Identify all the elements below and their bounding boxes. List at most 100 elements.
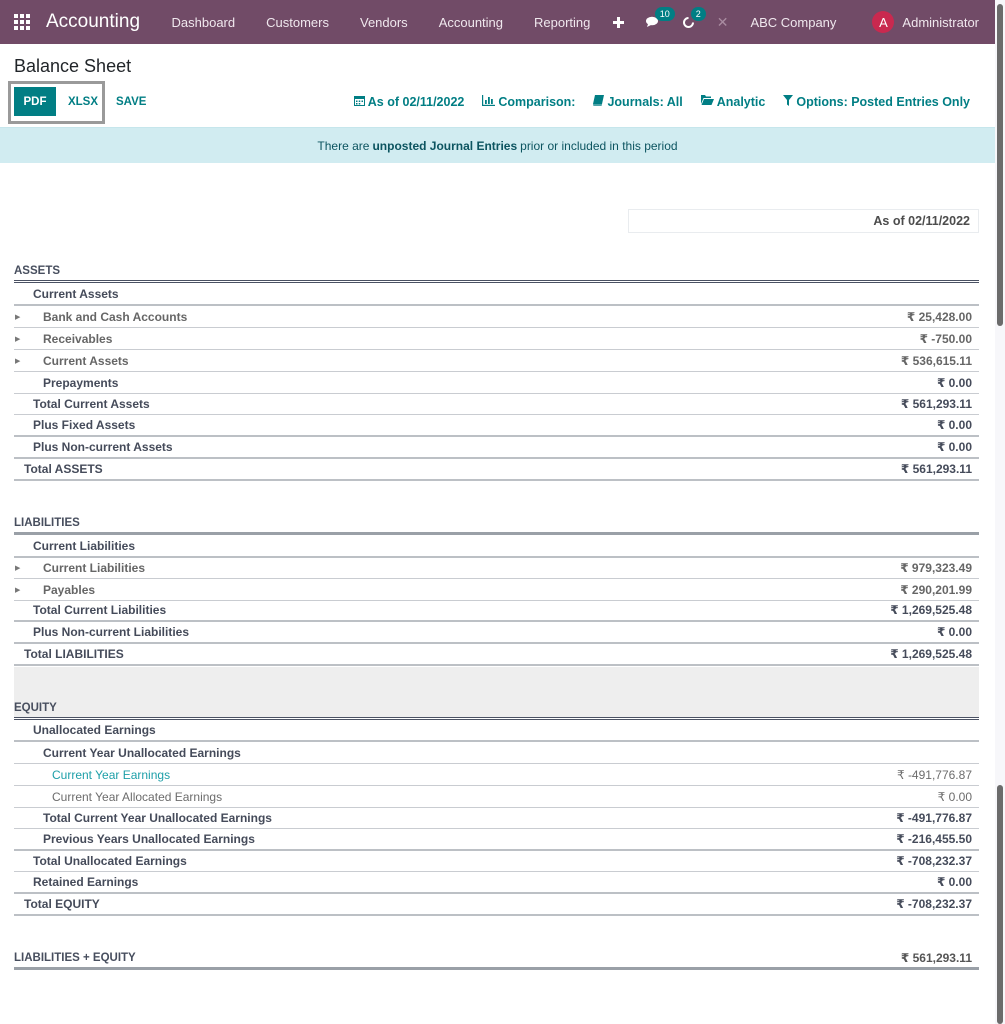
- comparison-filter-label: Comparison:: [498, 94, 576, 109]
- grand-total-label: LIABILITIES + EQUITY: [14, 951, 136, 964]
- line-amount: ₹ -750.00: [919, 331, 972, 346]
- line-label: Current Assets: [43, 353, 129, 368]
- analytic-filter[interactable]: Analytic: [700, 95, 765, 109]
- alert-prefix: There are: [317, 138, 370, 153]
- xlsx-button[interactable]: XLSX: [62, 87, 104, 116]
- scrollbar-thumb[interactable]: [997, 4, 1003, 326]
- comparison-filter[interactable]: Comparison:: [482, 94, 576, 109]
- report-line[interactable]: Plus Non-current Assets ₹ 0.00: [14, 437, 979, 459]
- line-amount: ₹ 561,293.11: [900, 396, 972, 411]
- app-grid-icon[interactable]: [14, 14, 30, 30]
- report-line[interactable]: Current Liabilities: [14, 536, 979, 558]
- company-switcher[interactable]: ABC Company: [750, 15, 836, 30]
- report-line[interactable]: Total Current Assets ₹ 561,293.11: [14, 393, 979, 415]
- journals-filter[interactable]: Journals: All: [593, 94, 683, 109]
- report-line[interactable]: Total Current Year Unallocated Earnings …: [14, 807, 979, 829]
- line-label: Total Current Assets: [33, 396, 150, 411]
- section-liabilities: LIABILITIES: [14, 513, 979, 535]
- menu-accounting[interactable]: Accounting: [423, 15, 518, 30]
- report-line[interactable]: Total Unallocated Earnings ₹ -708,232.37: [14, 850, 979, 872]
- caret-right-icon[interactable]: ▶: [15, 335, 20, 343]
- report-line[interactable]: Plus Non-current Liabilities ₹ 0.00: [14, 622, 979, 644]
- unposted-entries-link[interactable]: unposted Journal Entries: [372, 139, 517, 153]
- report-line[interactable]: Retained Earnings ₹ 0.00: [14, 872, 979, 894]
- report-line[interactable]: ▶ Receivables ₹ -750.00: [14, 328, 979, 350]
- line-label: Current Liabilities: [33, 539, 136, 553]
- pdf-button[interactable]: PDF: [14, 87, 56, 116]
- scrollbar-thumb-inner[interactable]: [997, 785, 1003, 1024]
- line-label: Current Liabilities: [43, 560, 146, 575]
- line-amount: ₹ 0.00: [936, 875, 972, 889]
- column-header-date: As of 02/11/2022: [628, 209, 979, 233]
- line-amount: ₹ 1,269,525.48: [890, 647, 972, 661]
- line-label: Retained Earnings: [33, 875, 139, 889]
- report-line[interactable]: Total Current Liabilities ₹ 1,269,525.48: [14, 600, 979, 622]
- messages-icon[interactable]: 10: [645, 7, 675, 28]
- line-amount: ₹ 0.00: [936, 440, 972, 454]
- alert-suffix: prior or included in this period: [520, 138, 678, 153]
- line-amount: ₹ 25,428.00: [906, 309, 972, 324]
- options-filter[interactable]: Options: Posted Entries Only: [783, 94, 970, 109]
- report-line[interactable]: Current Assets: [14, 284, 979, 306]
- menu-vendors[interactable]: Vendors: [344, 15, 423, 30]
- plus-icon[interactable]: [612, 16, 624, 28]
- report-line[interactable]: Unallocated Earnings: [14, 720, 979, 742]
- line-amount: ₹ 536,615.11: [900, 353, 972, 368]
- caret-right-icon[interactable]: ▶: [15, 357, 20, 365]
- debug-tools-icon[interactable]: ✕: [717, 14, 729, 31]
- report-line[interactable]: Current Year Allocated Earnings ₹ 0.00: [14, 786, 979, 808]
- report-line[interactable]: Current Year Earnings ₹ -491,776.87: [14, 764, 979, 786]
- date-filter-label: As of 02/11/2022: [367, 94, 465, 109]
- activity-clock-icon[interactable]: 2: [682, 6, 706, 29]
- line-label: Unallocated Earnings: [33, 723, 156, 737]
- report-line[interactable]: Previous Years Unallocated Earnings ₹ -2…: [14, 829, 979, 851]
- liabilities-equity-total: LIABILITIES + EQUITY ₹ 561,293.11: [14, 948, 979, 970]
- activities-badge: 2: [690, 6, 706, 21]
- line-amount: ₹ -491,776.87: [896, 767, 972, 782]
- menu-dashboard[interactable]: Dashboard: [156, 15, 251, 30]
- line-amount: ₹ 979,323.49: [900, 560, 972, 575]
- line-label: Previous Years Unallocated Earnings: [43, 832, 255, 846]
- report-line[interactable]: Total ASSETS ₹ 561,293.11: [14, 459, 979, 481]
- report-line[interactable]: Plus Fixed Assets ₹ 0.00: [14, 415, 979, 437]
- line-label: Prepayments: [43, 375, 119, 390]
- scrollbar[interactable]: [995, 0, 1005, 1024]
- line-amount: ₹ -491,776.87: [896, 810, 972, 825]
- report-line[interactable]: Total EQUITY ₹ -708,232.37: [14, 894, 979, 916]
- app-name[interactable]: Accounting: [46, 11, 140, 33]
- grand-total-amount: ₹ 561,293.11: [900, 950, 972, 965]
- line-label: Current Assets: [33, 287, 119, 301]
- line-amount: ₹ 561,293.11: [900, 462, 972, 476]
- line-amount: ₹ -708,232.37: [896, 897, 972, 911]
- line-amount: ₹ 0.00: [936, 625, 972, 639]
- report-line[interactable]: Current Year Unallocated Earnings: [14, 742, 979, 764]
- report-line[interactable]: ▶ Payables ₹ 290,201.99: [14, 579, 979, 601]
- options-filter-label: Options: Posted Entries Only: [796, 94, 970, 109]
- line-label: Plus Non-current Liabilities: [33, 625, 190, 639]
- caret-right-icon[interactable]: ▶: [15, 586, 20, 594]
- section-title: EQUITY: [14, 701, 57, 714]
- filter-bar: As of 02/11/2022 Comparison: Journals: A…: [336, 87, 970, 116]
- menu-reporting[interactable]: Reporting: [519, 15, 606, 30]
- line-label: Total Current Year Unallocated Earnings: [43, 810, 272, 825]
- line-amount: ₹ -216,455.50: [896, 832, 972, 846]
- avatar[interactable]: A: [872, 11, 895, 33]
- line-label: Total Unallocated Earnings: [33, 853, 187, 868]
- line-label: Plus Non-current Assets: [33, 440, 173, 454]
- line-label: Current Year Allocated Earnings: [52, 789, 223, 804]
- report-line[interactable]: Total LIABILITIES ₹ 1,269,525.48: [14, 644, 979, 666]
- line-amount: ₹ 0.00: [936, 375, 972, 390]
- report-line[interactable]: ▶ Bank and Cash Accounts ₹ 25,428.00: [14, 306, 979, 328]
- menu-customers[interactable]: Customers: [251, 15, 345, 30]
- report-line[interactable]: ▶ Current Assets ₹ 536,615.11: [14, 350, 979, 372]
- caret-right-icon[interactable]: ▶: [15, 564, 20, 572]
- line-label: Total LIABILITIES: [24, 647, 124, 661]
- save-button[interactable]: SAVE: [116, 87, 146, 116]
- report-line[interactable]: Prepayments ₹ 0.00: [14, 372, 979, 394]
- date-filter[interactable]: As of 02/11/2022: [353, 94, 465, 109]
- caret-right-icon[interactable]: ▶: [15, 313, 20, 321]
- report-line[interactable]: ▶ Current Liabilities ₹ 979,323.49: [14, 557, 979, 579]
- line-label: Current Year Unallocated Earnings: [43, 745, 241, 760]
- user-menu[interactable]: Administrator: [902, 15, 979, 30]
- current-year-earnings-link[interactable]: Current Year Earnings: [14, 768, 897, 782]
